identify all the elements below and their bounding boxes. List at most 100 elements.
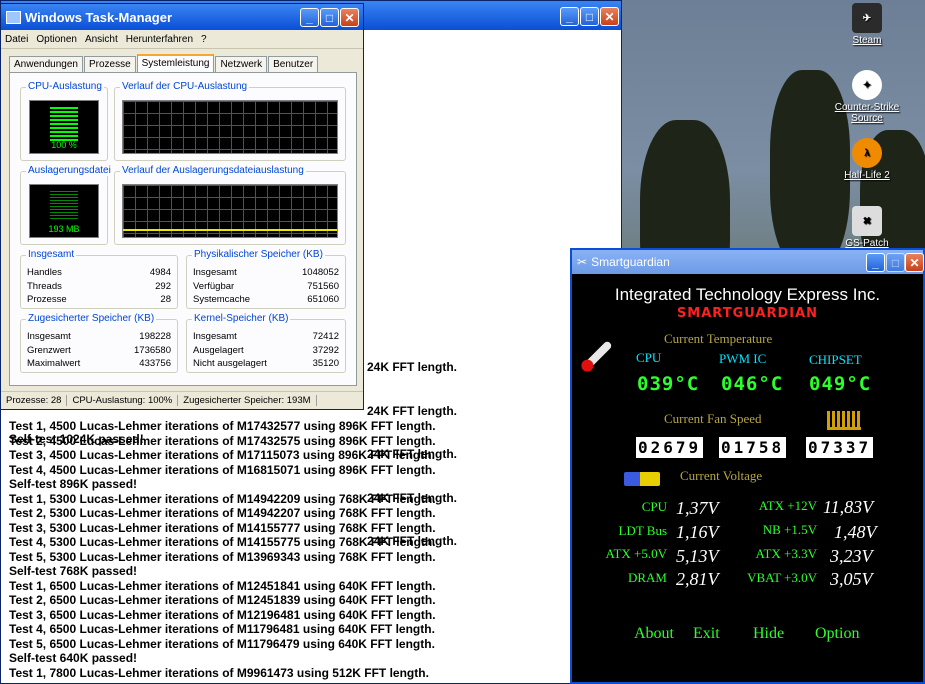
desktop-icon-half-life[interactable]: λ Half-Life 2 [827,138,907,181]
stat-label: Systemcache [193,294,251,305]
cpu-usage-group: CPU-Auslastung 100 % [20,81,108,161]
tab-systemleistung[interactable]: Systemleistung [136,54,215,73]
status-cpu: CPU-Auslastung: 100% [67,395,179,406]
console-line: Test 1, 7800 Lucas-Lehmer iterations of … [9,665,429,680]
console-line: Test 1, 6500 Lucas-Lehmer iterations of … [9,578,436,593]
menu-help[interactable]: ? [197,34,211,45]
console-line: Test 4, 5300 Lucas-Lehmer iterations of … [9,535,436,549]
pagefile-label: Auslagerungsdatei [26,165,113,176]
tab-anwendungen[interactable]: Anwendungen [9,56,83,73]
tab-benutzer[interactable]: Benutzer [268,56,319,73]
stat-label: Grenzwert [27,344,71,356]
stat-row: Maximalwert 433756 [27,357,171,371]
maximize-icon: □ [585,9,594,24]
stat-value: 37292 [312,344,339,356]
physical-memory-stats: Insgesamt 1048052 Verfügbar 751560 Systemc… [193,266,339,307]
stat-value: 28 [160,294,171,305]
stat-label: Insgesamt [27,331,71,342]
volt-value-atx5: 5,13V [676,546,719,566]
menu-herunterfahren[interactable]: Herunterfahren [122,34,197,45]
hide-button[interactable]: Hide [753,625,784,643]
volt-label-atx33: ATX +3.3V [755,546,818,561]
kernel-memory-group: Kernel-Speicher (KB) Insgesamt 72412 Ausg… [186,313,346,373]
stat-label: Nicht ausgelagert [193,358,267,369]
temp-label-cpu: CPU [636,350,662,365]
minimize-button[interactable]: _ [560,7,579,26]
commit-charge-title: Zugesicherter Speicher (KB) [26,313,157,324]
cpu-usage-meter: 100 % [29,100,99,154]
pagefile-history-label: Verlauf der Auslagerungsdateiauslastung [120,165,306,176]
tab-prozesse[interactable]: Prozesse [83,56,136,73]
close-icon: ✕ [604,9,615,24]
steam-icon: ✈ [852,3,882,33]
cpu-usage-label: CPU-Auslastung [26,81,104,92]
desktop-icon-steam[interactable]: ✈ Steam [827,3,907,46]
menu-datei[interactable]: Datei [1,34,32,45]
console-line: Test 2, 4500 Lucas-Lehmer iterations of … [9,433,436,448]
volt-value-nb: 1,48V [834,522,877,542]
tm-minimize-button[interactable]: _ [300,8,319,27]
cpu-history-label: Verlauf der CPU-Auslastung [120,81,250,92]
stat-row: Insgesamt 198228 [27,330,171,344]
maximize-icon: □ [891,255,900,270]
stat-row: Insgesamt 72412 [193,330,339,344]
temp-value-pwm: 046°C [721,373,784,395]
exit-button[interactable]: Exit [693,625,720,643]
stat-value: 72412 [312,331,339,342]
menu-ansicht[interactable]: Ansicht [81,34,122,45]
brand-name: SMARTGUARDIAN [676,306,819,321]
minimize-icon: _ [872,255,879,270]
sg-maximize-button[interactable]: □ [886,253,905,272]
task-manager-icon [6,10,21,24]
console-line: Self-test 640K passed! [9,651,138,665]
tm-close-button[interactable]: ✕ [340,8,359,27]
half-life-icon: λ [852,138,882,168]
temp-label-chipset: CHIPSET [809,352,862,367]
volt-label-vbat: VBAT +3.0V [747,570,817,585]
option-button[interactable]: Option [815,625,859,643]
volt-value-cpu: 1,37V [676,498,719,518]
stat-value: 751560 [307,280,339,292]
stat-value: 1048052 [302,267,339,278]
console-line: Test 3, 5300 Lucas-Lehmer iterations of … [9,520,436,535]
console-line: Test 3, 6500 Lucas-Lehmer iterations of … [9,607,436,622]
console-line: Test 5, 6500 Lucas-Lehmer iterations of … [9,636,435,651]
status-processes: Prozesse: 28 [1,395,68,406]
temp-label-pwm: PWM IC [719,351,767,366]
smartguardian-app-icon: ✂ [577,255,588,269]
maximize-button[interactable]: □ [580,7,599,26]
fan-connector-icon [827,411,861,430]
tab-netzwerk[interactable]: Netzwerk [215,56,268,73]
console-output: Test 1, 4500 Lucas-Lehmer iterations of … [9,419,436,680]
totals-title: Insgesamt [26,249,77,260]
tm-maximize-button[interactable]: □ [320,8,339,27]
desktop-icon-counter-strike[interactable]: ✦ Counter-Strike Source [827,70,907,124]
stat-value: 651060 [307,294,339,305]
totals-stats: Handles 4984 Threads 292 Prozesse 28 [27,266,171,307]
console-line: Self-test 768K passed! [9,564,138,578]
sg-minimize-button[interactable]: _ [866,253,885,272]
task-manager-window[interactable]: Windows Task-Manager _ □ ✕ Datei Optione… [0,3,364,410]
smartguardian-window[interactable]: ✂ Smartguardian _ □ ✕ Integrated Technol… [570,248,925,684]
cpu-history-group: Verlauf der CPU-Auslastung [114,81,346,161]
console-line: 24K FFT length. [367,403,457,418]
temp-value-cpu: 039°C [637,373,700,395]
menu-optionen[interactable]: Optionen [32,34,81,45]
volt-value-atx33: 3,23V [830,546,873,566]
about-button[interactable]: About [634,625,674,643]
stat-label: Handles [27,267,62,278]
close-button[interactable]: ✕ [600,7,619,26]
volt-value-vbat: 3,05V [830,569,873,589]
desktop-icon-gs-patch[interactable]: ✖ GS-Patch [827,206,907,249]
pagefile-group: Auslagerungsdatei 193 MB [20,165,113,245]
stat-row: Verfügbar 751560 [193,280,339,294]
minimize-icon: _ [566,9,573,24]
stat-row: Prozesse 28 [27,293,171,307]
sg-close-button[interactable]: ✕ [905,253,924,272]
console-line: 24K FFT length. [367,360,457,374]
stat-label: Insgesamt [193,267,237,278]
stat-label: Verfügbar [193,280,235,292]
stat-row: Handles 4984 [27,266,171,280]
stat-row: Systemcache 651060 [193,293,339,307]
stat-row: Threads 292 [27,280,171,294]
